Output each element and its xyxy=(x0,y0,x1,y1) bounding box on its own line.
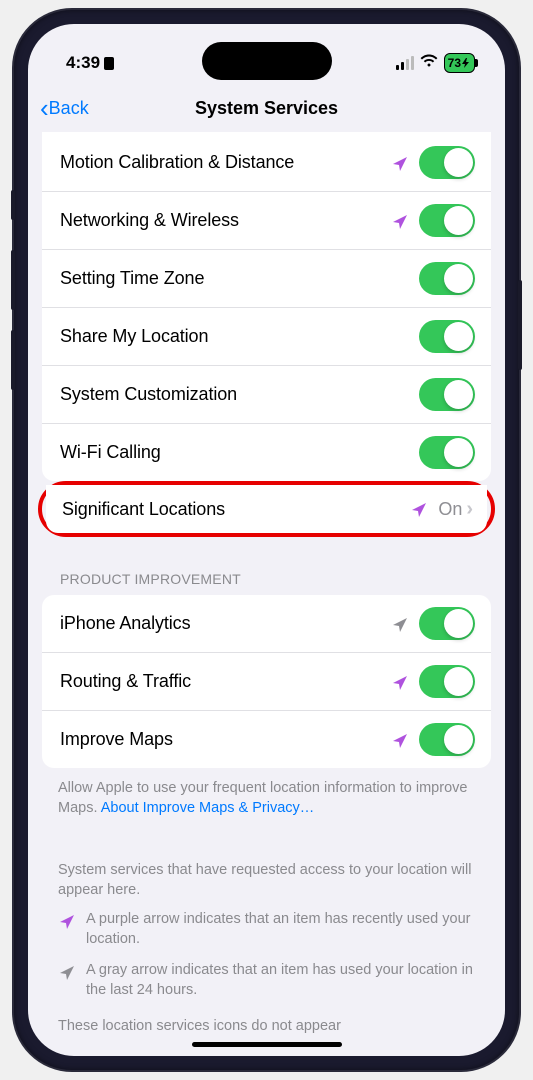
toggle-switch[interactable] xyxy=(419,204,475,237)
home-indicator[interactable] xyxy=(192,1042,342,1047)
toggle-switch[interactable] xyxy=(419,262,475,295)
phone-frame: 4:39 73 ‹ Back System Services Motion Ca xyxy=(14,10,519,1070)
battery-indicator: 73 xyxy=(444,53,475,73)
row-share-my-location[interactable]: Share My Location xyxy=(42,308,491,366)
row-label: Motion Calibration & Distance xyxy=(60,152,391,173)
location-arrow-icon xyxy=(391,731,409,749)
toggle-switch[interactable] xyxy=(419,436,475,469)
screen: 4:39 73 ‹ Back System Services Motion Ca xyxy=(28,24,505,1056)
location-arrow-icon xyxy=(391,673,409,691)
row-label: Improve Maps xyxy=(60,729,391,750)
row-significant-locations[interactable]: Significant Locations On › xyxy=(46,485,487,533)
toggle-switch[interactable] xyxy=(419,723,475,756)
wifi-icon xyxy=(420,54,438,72)
info-text-2: These location services icons do not app… xyxy=(28,1006,505,1042)
toggle-switch[interactable] xyxy=(419,607,475,640)
nav-bar: ‹ Back System Services xyxy=(28,84,505,132)
row-iphone-analytics[interactable]: iPhone Analytics xyxy=(42,595,491,653)
row-routing-traffic[interactable]: Routing & Traffic xyxy=(42,653,491,711)
location-arrow-icon xyxy=(391,154,409,172)
location-arrow-icon xyxy=(391,212,409,230)
row-label: iPhone Analytics xyxy=(60,613,391,634)
location-arrow-icon xyxy=(58,912,76,930)
highlight-annotation: Significant Locations On › xyxy=(38,481,495,537)
detail-value: On xyxy=(438,499,462,520)
location-arrow-icon xyxy=(410,500,428,518)
chevron-right-icon: › xyxy=(466,498,473,521)
toggle-switch[interactable] xyxy=(419,146,475,179)
row-label: Networking & Wireless xyxy=(60,210,391,231)
toggle-switch[interactable] xyxy=(419,320,475,353)
row-networking-wireless[interactable]: Networking & Wireless xyxy=(42,192,491,250)
row-label: Wi-Fi Calling xyxy=(60,442,419,463)
row-label: Setting Time Zone xyxy=(60,268,419,289)
info-text: System services that have requested acce… xyxy=(28,824,505,904)
cellular-signal-icon xyxy=(396,56,414,70)
toggle-switch[interactable] xyxy=(419,665,475,698)
toggle-switch[interactable] xyxy=(419,378,475,411)
legend-gray: A gray arrow indicates that an item has … xyxy=(28,955,505,1006)
legend-purple: A purple arrow indicates that an item ha… xyxy=(28,904,505,955)
row-motion-calibration[interactable]: Motion Calibration & Distance xyxy=(42,134,491,192)
row-label: Significant Locations xyxy=(62,499,410,520)
dynamic-island xyxy=(202,42,332,80)
row-label: System Customization xyxy=(60,384,419,405)
back-label: Back xyxy=(49,98,89,119)
back-button[interactable]: ‹ Back xyxy=(40,93,89,124)
section-header-product-improvement: Product Improvement xyxy=(28,543,505,595)
row-setting-time-zone[interactable]: Setting Time Zone xyxy=(42,250,491,308)
page-title: System Services xyxy=(195,98,338,119)
row-improve-maps[interactable]: Improve Maps xyxy=(42,711,491,768)
status-time: 4:39 xyxy=(66,53,100,73)
row-wifi-calling[interactable]: Wi-Fi Calling xyxy=(42,424,491,481)
row-label: Share My Location xyxy=(60,326,419,347)
settings-group-1: Motion Calibration & Distance Networking… xyxy=(42,132,491,481)
location-arrow-icon xyxy=(58,963,76,981)
row-system-customization[interactable]: System Customization xyxy=(42,366,491,424)
chevron-left-icon: ‹ xyxy=(40,93,49,124)
section-footer: Allow Apple to use your frequent locatio… xyxy=(28,768,505,824)
privacy-link[interactable]: About Improve Maps & Privacy… xyxy=(101,800,315,816)
contact-card-icon xyxy=(104,57,114,70)
settings-group-2: iPhone Analytics Routing & Traffic Impro… xyxy=(42,595,491,768)
location-arrow-icon xyxy=(391,615,409,633)
row-label: Routing & Traffic xyxy=(60,671,391,692)
